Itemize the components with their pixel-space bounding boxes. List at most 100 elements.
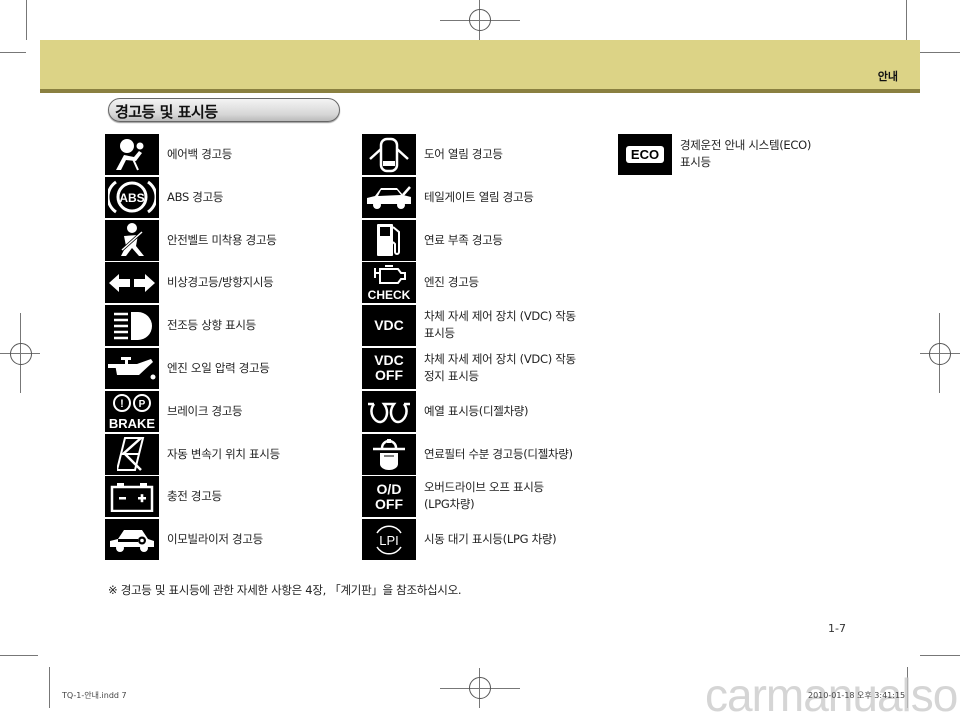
indicator-label: 전조등 상향 표시등 bbox=[167, 318, 256, 333]
indicator-label-line: 표시등 bbox=[680, 155, 711, 169]
indicator-label: 자동 변속기 위치 표시등 bbox=[167, 446, 280, 461]
tailgate-open-icon bbox=[362, 176, 416, 218]
indicator-label-line: 차체 자세 제어 장치 (VDC) 작동 bbox=[424, 309, 576, 324]
list-item: O/D OFF 오버드라이브 오프 표시등 (LPG차량) bbox=[362, 476, 602, 519]
vdc-icon-text: VDC bbox=[374, 317, 404, 334]
overdrive-off-icon: O/D OFF bbox=[362, 476, 416, 518]
list-item: 엔진 오일 압력 경고등 bbox=[105, 347, 345, 391]
airbag-icon bbox=[105, 134, 159, 175]
eco-icon: ECO bbox=[618, 134, 672, 175]
vdc-off-icon-text: OFF bbox=[375, 367, 403, 384]
glow-plug-icon bbox=[362, 390, 416, 432]
od-icon-text: OFF bbox=[375, 495, 403, 512]
indicator-label: 엔진 오일 압력 경고등 bbox=[167, 360, 270, 375]
crop-mark bbox=[49, 667, 50, 708]
list-item: 도어 열림 경고등 bbox=[362, 134, 602, 177]
indicator-label: 에어백 경고등 bbox=[167, 147, 233, 161]
indicator-label: ABS 경고등 bbox=[167, 189, 224, 204]
oil-pressure-icon bbox=[105, 347, 159, 389]
list-item: 자동 변속기 위치 표시등 bbox=[105, 433, 345, 477]
file-slug: TQ-1-안내.indd 7 bbox=[62, 691, 127, 700]
list-item: ABS ABS 경고등 bbox=[105, 176, 345, 220]
indicator-label: 안전벨트 미착용 경고등 bbox=[167, 232, 277, 247]
immobilizer-icon bbox=[105, 519, 159, 561]
registration-mark bbox=[469, 9, 491, 31]
indicator-label: 이모빌라이저 경고등 bbox=[167, 532, 263, 547]
abs-icon: ABS bbox=[105, 176, 159, 218]
indicator-label: 충전 경고등 bbox=[167, 489, 222, 504]
abs-icon-text: ABS bbox=[119, 191, 144, 205]
lpi-icon-text: LPI bbox=[379, 533, 399, 548]
registration-mark bbox=[10, 343, 32, 365]
vdc-icon: VDC bbox=[362, 305, 416, 347]
crop-mark bbox=[0, 52, 26, 53]
brake-icon-text: BRAKE bbox=[109, 416, 156, 430]
list-item: 이모빌라이저 경고등 bbox=[105, 519, 345, 562]
indicator-label-line: 경제운전 안내 시스템(ECO) bbox=[680, 138, 812, 152]
list-item: 충전 경고등 bbox=[105, 476, 345, 519]
indicator-label: 오버드라이브 오프 표시등 (LPG차량) bbox=[424, 479, 544, 513]
check-engine-icon: CHECK bbox=[362, 262, 416, 304]
list-item: 비상경고등/방향지시등 bbox=[105, 262, 345, 305]
list-item: 에어백 경고등 bbox=[105, 134, 345, 177]
gear-position-icon bbox=[105, 433, 159, 475]
battery-icon bbox=[105, 476, 159, 518]
section-title-pill: 경고등 및 표시등 bbox=[108, 98, 340, 122]
indicator-label: 연료 부족 경고등 bbox=[424, 232, 503, 247]
list-item: ! P BRAKE 브레이크 경고등 bbox=[105, 390, 345, 434]
indicator-label: 테일게이트 열림 경고등 bbox=[424, 189, 534, 204]
list-item: 연료필터 수분 경고등(디젤차량) bbox=[362, 433, 602, 477]
indicator-label-line: 정지 표시등 bbox=[424, 368, 479, 383]
crop-mark bbox=[920, 655, 960, 656]
fuel-low-icon bbox=[362, 219, 416, 261]
list-item: 전조등 상향 표시등 bbox=[105, 305, 345, 348]
indicator-label: 경제운전 안내 시스템(ECO) 표시등 bbox=[680, 137, 811, 171]
indicator-label: 연료필터 수분 경고등(디젤차량) bbox=[424, 446, 573, 461]
brake-icon: ! P BRAKE bbox=[105, 390, 159, 432]
list-item: LPI 시동 대기 표시등(LPG 차량) bbox=[362, 519, 602, 562]
turn-signal-icon bbox=[105, 262, 159, 304]
eco-icon-text: ECO bbox=[625, 146, 665, 163]
indicator-column-1: 에어백 경고등 ABS ABS 경고등 안전벨트 미착용 경고등 비상경고등/방… bbox=[105, 134, 345, 562]
timestamp-slug: 2010-01-18 오후 3:41:15 bbox=[808, 691, 906, 700]
crop-mark bbox=[906, 0, 907, 40]
reference-note: ※ 경고등 및 표시등에 관한 자세한 사항은 4장, 「계기판」을 참조하십시… bbox=[108, 583, 462, 597]
page-title: 경고등 및 표시등 bbox=[115, 103, 218, 121]
door-open-icon bbox=[362, 134, 416, 175]
header-strip bbox=[40, 89, 920, 93]
list-item: CHECK 엔진 경고등 bbox=[362, 262, 602, 305]
crop-mark bbox=[920, 52, 960, 53]
list-item: VDC 차체 자세 제어 장치 (VDC) 작동표시등 bbox=[362, 305, 602, 348]
list-item: VDC OFF 차체 자세 제어 장치 (VDC) 작동정지 표시등 bbox=[362, 347, 602, 391]
indicator-label: 시동 대기 표시등(LPG 차량) bbox=[424, 532, 557, 547]
list-item: ECO 경제운전 안내 시스템(ECO) 표시등 bbox=[618, 134, 858, 177]
crop-mark bbox=[26, 0, 27, 40]
page-number: 1-7 bbox=[828, 622, 846, 635]
indicator-label-line: 오버드라이브 오프 표시등 bbox=[424, 480, 544, 495]
list-item: 테일게이트 열림 경고등 bbox=[362, 176, 602, 220]
section-label: 안내 bbox=[877, 70, 898, 83]
high-beam-icon bbox=[105, 305, 159, 347]
indicator-label: 예열 표시등(디젤차량) bbox=[424, 403, 529, 418]
vdc-off-icon-text: VDC bbox=[374, 352, 404, 369]
header-band bbox=[40, 40, 920, 93]
indicator-label: 엔진 경고등 bbox=[424, 275, 479, 290]
list-item: 연료 부족 경고등 bbox=[362, 219, 602, 263]
registration-mark bbox=[929, 343, 951, 365]
indicator-label-line: 표시등 bbox=[424, 326, 455, 341]
vdc-off-icon: VDC OFF bbox=[362, 347, 416, 389]
indicator-column-3: ECO 경제운전 안내 시스템(ECO) 표시등 bbox=[618, 134, 858, 177]
svg-text:!: ! bbox=[120, 398, 124, 410]
indicator-label: 브레이크 경고등 bbox=[167, 403, 243, 418]
indicator-label-line: (LPG차량) bbox=[424, 497, 475, 512]
indicator-label: 차체 자세 제어 장치 (VDC) 작동표시등 bbox=[424, 308, 576, 342]
indicator-label: 비상경고등/방향지시등 bbox=[167, 275, 274, 290]
indicator-label: 도어 열림 경고등 bbox=[424, 147, 503, 161]
check-icon-text: CHECK bbox=[368, 288, 411, 302]
list-item: 예열 표시등(디젤차량) bbox=[362, 390, 602, 434]
list-item: 안전벨트 미착용 경고등 bbox=[105, 219, 345, 263]
fuel-filter-water-icon bbox=[362, 433, 416, 475]
indicator-column-2: 도어 열림 경고등 테일게이트 열림 경고등 연료 부족 경고등 CHECK 엔… bbox=[362, 134, 602, 562]
indicator-label-line: 차체 자세 제어 장치 (VDC) 작동 bbox=[424, 351, 576, 366]
crop-mark bbox=[0, 655, 38, 656]
